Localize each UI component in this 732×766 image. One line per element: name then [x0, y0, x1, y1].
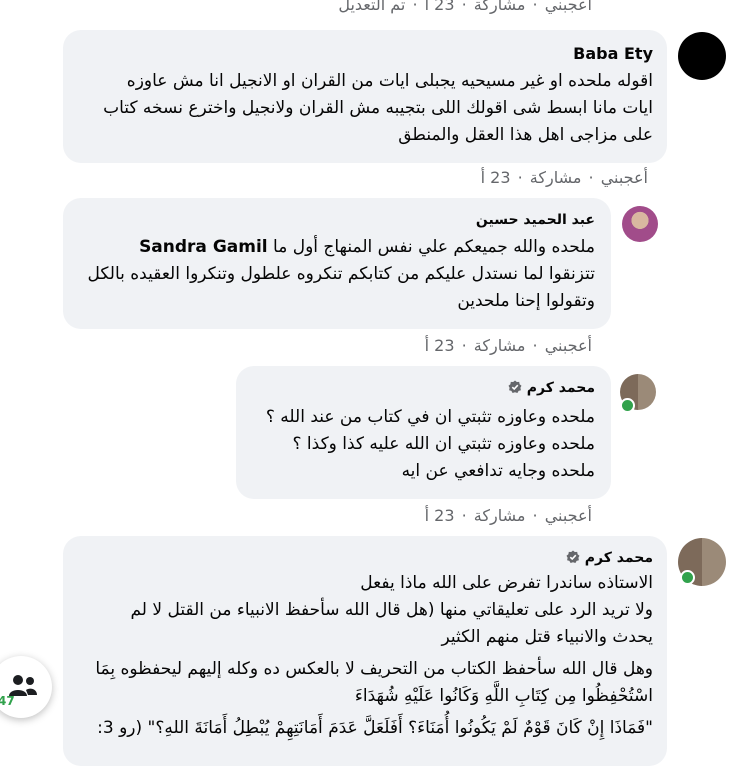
- comment-line-text: ملحده والله جميعكم علي نفس المنهاج أول م…: [273, 237, 595, 257]
- chat-contacts-button[interactable]: 47: [0, 656, 52, 718]
- online-status-dot: [680, 570, 695, 585]
- like-link[interactable]: أعجبني: [545, 0, 592, 14]
- like-link[interactable]: أعجبني: [601, 168, 648, 187]
- comment-line: ملحده وجايه تدافعي عن ايه: [401, 461, 595, 481]
- timestamp[interactable]: 23 أ: [481, 168, 511, 187]
- comment-author[interactable]: Baba Ety: [573, 44, 653, 63]
- comment-line: ولا تريد الرد على تعليقاتي منها (هل قال …: [130, 600, 653, 620]
- share-link[interactable]: مشاركة: [530, 168, 582, 187]
- avatar[interactable]: [622, 206, 658, 242]
- comment-line: اقوله ملحده او غير مسيحيه يجبلى ايات من …: [126, 71, 653, 91]
- comment-meta: أعجبني · مشاركة · 23 أ: [424, 506, 592, 525]
- comment-line: اسْتُحْفِظُوا مِن كِتَابِ اللَّهِ وَكَان…: [354, 686, 653, 706]
- comment-line: "فَمَاذَا إِنْ كَانَ قَوْمٌ لَمْ يَكُونُ…: [97, 718, 653, 738]
- share-link[interactable]: مشاركة: [474, 0, 526, 14]
- comment-bubble: Baba Ety اقوله ملحده او غير مسيحيه يجبلى…: [63, 30, 667, 163]
- like-link[interactable]: أعجبني: [545, 336, 592, 355]
- timestamp[interactable]: 23 أ: [425, 0, 455, 14]
- verified-badge-icon: [508, 380, 522, 393]
- share-link[interactable]: مشاركة: [474, 506, 526, 525]
- comment-line: ملحده والله جميعكم علي نفس المنهاج أول م…: [139, 234, 595, 261]
- comment-line: ايات مانا ابسط شى اقولك اللى بتجيبه مش ا…: [103, 98, 653, 118]
- comment-author[interactable]: محمد كرم: [560, 550, 653, 566]
- author-name[interactable]: محمد كرم: [527, 380, 595, 396]
- comment-line: وهل قال الله سأحفظ الكتاب من التحريف لا …: [95, 659, 653, 679]
- comment-line: ملحده وعاوزه تثبتي ان الله عليه كذا وكذا…: [292, 434, 596, 454]
- avatar[interactable]: [678, 32, 726, 80]
- comment-bubble: عبد الحميد حسين ملحده والله جميعكم علي ن…: [63, 198, 611, 329]
- share-link[interactable]: مشاركة: [474, 336, 526, 355]
- comment-author[interactable]: محمد كرم: [502, 380, 595, 396]
- comment-meta: أعجبني · مشاركة · 23 أ: [480, 168, 648, 187]
- comment-bubble: محمد كرم الاستاذه ساندرا تفرض على الله م…: [63, 536, 667, 766]
- comment-bubble: محمد كرم ملحده وعاوزه تثبتي ان في كتاب م…: [236, 366, 611, 499]
- comment-line: يحدث والانبياء قتل منهم الكثير: [441, 627, 654, 647]
- online-status-dot: [620, 398, 635, 413]
- mention-link[interactable]: Sandra Gamil: [139, 237, 268, 257]
- author-name[interactable]: محمد كرم: [585, 550, 653, 566]
- comment-line: ملحده وعاوزه تثبتي ان في كتاب من عند الل…: [265, 407, 595, 427]
- comment-line: تتزنقوا لما نستدل عليكم من كتابكم تنكروه…: [87, 264, 595, 284]
- timestamp[interactable]: 23 أ: [425, 506, 455, 525]
- like-link[interactable]: أعجبني: [545, 506, 592, 525]
- timestamp[interactable]: 23 أ: [425, 336, 455, 355]
- comment-line: وتقولوا إحنا ملحدين: [457, 291, 595, 311]
- comment-line: الاستاذه ساندرا تفرض على الله ماذا يفعل: [360, 573, 653, 593]
- comment-author[interactable]: عبد الحميد حسين: [476, 212, 595, 228]
- edited-label: تم التعديل: [338, 0, 406, 14]
- verified-badge-icon: [566, 550, 580, 563]
- comment-meta: أعجبني · مشاركة · 23 أ: [424, 336, 592, 355]
- online-count: 47: [0, 694, 15, 708]
- comment-meta-top: أعجبني · مشاركة · 23 أ · تم التعديل: [336, 0, 594, 14]
- comment-line: على مزاجى اهل هذا العقل والمنطق: [398, 125, 653, 145]
